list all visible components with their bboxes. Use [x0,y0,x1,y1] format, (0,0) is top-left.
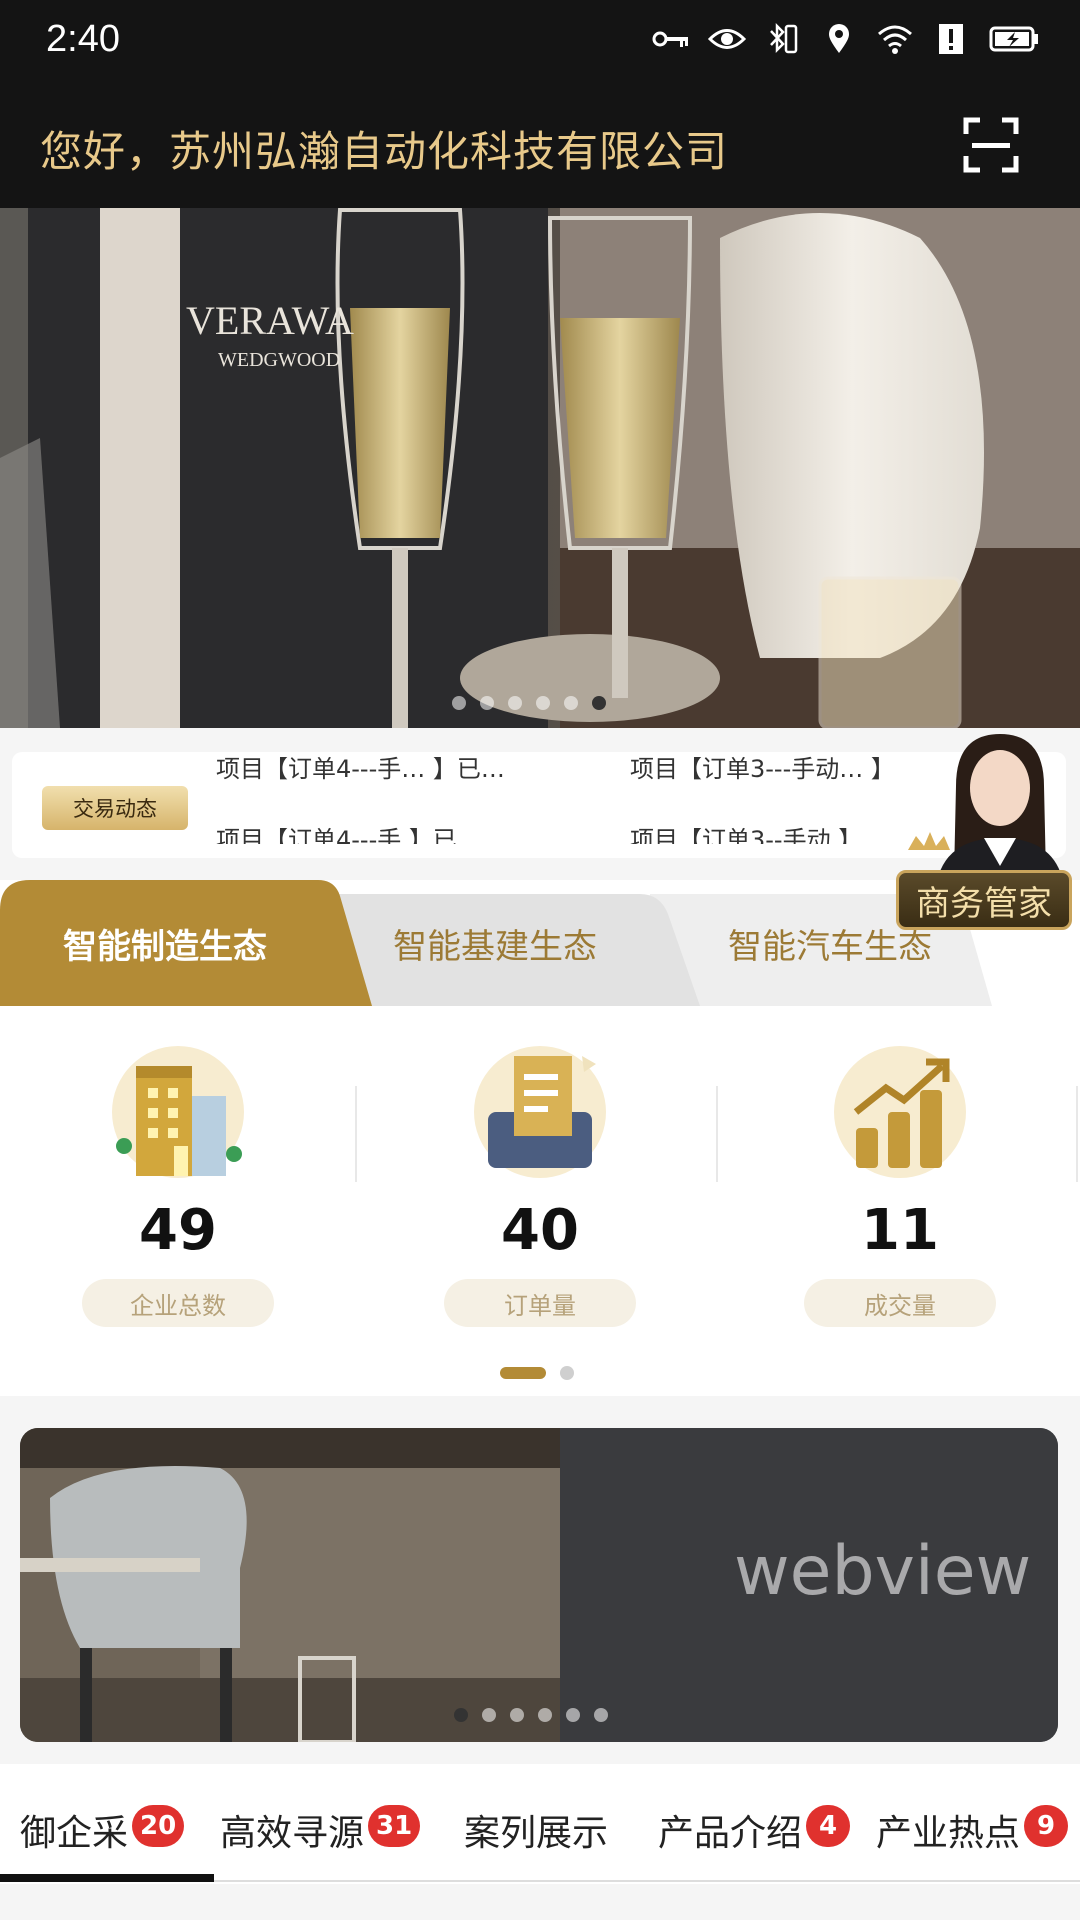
location-icon [820,20,858,58]
tab-case-showcase[interactable]: 案列展示 [464,1804,608,1856]
tab-label: 案列展示 [464,1813,609,1854]
hero-banner[interactable]: VERAWA WEDGWOOD [0,208,1080,728]
stats-panel: 49 企业总数 40 订单量 11 成交量 [0,1006,1080,1396]
tab-label: 产品介绍 [658,1813,803,1854]
count-badge: 31 [368,1805,421,1847]
tab-industry-hotspots[interactable]: 产业热点 9 [876,1804,1069,1856]
count-badge: 4 [806,1805,851,1847]
promo-banner-text: webview [734,1532,1031,1611]
count-badge: 9 [1024,1805,1069,1847]
growth-chart-icon [834,1046,966,1178]
battery-icon [988,20,1040,58]
pagination-dot[interactable] [510,1708,524,1722]
tab-efficient-sourcing[interactable]: 高效寻源 31 [220,1804,421,1856]
pagination-dot[interactable] [594,1708,608,1722]
stat-value: 40 [501,1198,579,1263]
status-bar: 2:40 [0,0,1080,88]
header: 您好，苏州弘瀚自动化科技有限公司 [0,88,1080,208]
eye-icon [708,20,746,58]
pagination-dot-active[interactable] [592,696,606,710]
order-icon [474,1046,606,1178]
alert-icon [932,20,970,58]
tab-smart-manufacturing[interactable]: 智能制造生态 [0,880,330,1006]
stat-orders: 40 订单量 [400,1046,680,1327]
tab-yuqicai[interactable]: 御企采 20 [20,1804,185,1856]
divider [355,1086,357,1182]
status-icons [652,20,1040,58]
pagination-dot[interactable] [452,696,466,710]
stat-value: 49 [139,1198,217,1263]
greeting-title: 您好，苏州弘瀚自动化科技有限公司 [40,127,729,176]
assistant-button[interactable]: 商务管家 [896,870,1072,930]
banner-brand-text: VERAWA [186,298,354,343]
tab-label: 御企采 [20,1813,129,1854]
banner-image: VERAWA WEDGWOOD [0,208,1080,728]
banner-sub-text: WEDGWOOD [218,349,340,371]
tab-label: 高效寻源 [220,1813,365,1854]
count-badge: 20 [132,1805,185,1847]
trade-news-badge: 交易动态 [42,786,188,830]
pagination-dot[interactable] [560,1366,574,1380]
pagination-dot-active[interactable] [454,1708,468,1722]
divider [716,1086,718,1182]
ticker-item[interactable]: 项目【订单4---手… 】已… [216,756,576,786]
pagination-dot[interactable] [480,696,494,710]
promo-banner-image: webview [20,1428,1058,1742]
promo-banner[interactable]: webview [20,1428,1058,1742]
banner-pagination [452,696,606,710]
category-tabs: 御企采 20 高效寻源 31 案列展示 产品介绍 4 产业热点 9 [0,1764,1080,1884]
tab-smart-infrastructure[interactable]: 智能基建生态 [350,880,640,1006]
pagination-dot[interactable] [566,1708,580,1722]
pagination-dot[interactable] [564,696,578,710]
stat-label: 企业总数 [82,1279,274,1327]
tab-product-intro[interactable]: 产品介绍 4 [658,1804,851,1856]
stat-deals: 11 成交量 [760,1046,1040,1327]
active-tab-indicator [0,1874,214,1882]
pagination-dot[interactable] [508,696,522,710]
stat-value: 11 [861,1198,939,1263]
bluetooth-battery-icon [764,20,802,58]
status-time: 2:40 [46,18,120,60]
key-icon [652,20,690,58]
tab-label: 产业热点 [876,1813,1021,1854]
stat-label: 成交量 [804,1279,996,1327]
stat-label: 订单量 [444,1279,636,1327]
scan-button[interactable] [962,116,1020,174]
pagination-dot[interactable] [482,1708,496,1722]
building-icon [112,1046,244,1178]
wifi-icon [876,20,914,58]
ticker-item[interactable]: 项目【订单4---手 】已 [216,808,576,844]
stats-pagination [500,1366,574,1380]
pagination-dot[interactable] [538,1708,552,1722]
scan-icon [963,117,1019,173]
pagination-dot-active[interactable] [500,1367,546,1379]
pagination-dot[interactable] [536,696,550,710]
promo-pagination [454,1708,608,1722]
stat-enterprises: 49 企业总数 [38,1046,318,1327]
divider [1076,1086,1078,1182]
assistant-avatar-image [908,734,1064,886]
